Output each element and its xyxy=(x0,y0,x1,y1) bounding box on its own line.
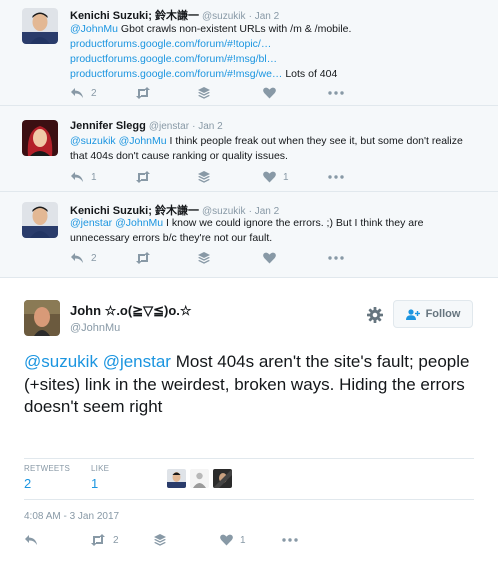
heart-icon xyxy=(263,171,276,183)
retweet-button[interactable] xyxy=(135,252,151,264)
liker-avatar[interactable] xyxy=(213,469,232,488)
mention-link[interactable]: @JohnMu xyxy=(115,217,163,229)
divider xyxy=(24,458,474,459)
layers-icon xyxy=(198,252,210,264)
reply-tweet[interactable]: Kenichi Suzuki; 鈴木謙一 @suzukik · Jan 2 @j… xyxy=(0,192,498,278)
retweet-icon xyxy=(136,87,150,99)
like-count: 1 xyxy=(283,171,289,183)
mention-link[interactable]: @JohnMu xyxy=(70,23,118,35)
more-icon xyxy=(328,175,344,179)
like-count: 1 xyxy=(240,534,246,546)
retweets-value[interactable]: 2 xyxy=(24,476,31,491)
retweet-button[interactable] xyxy=(135,87,151,99)
mention-link[interactable]: @suzukik xyxy=(24,352,98,371)
more-button[interactable] xyxy=(328,175,344,179)
like-button[interactable] xyxy=(263,87,283,99)
reply-button[interactable] xyxy=(24,534,38,546)
like-button[interactable] xyxy=(263,252,283,264)
heart-icon xyxy=(220,534,233,546)
more-icon xyxy=(328,256,344,260)
like-button[interactable]: 1 xyxy=(263,171,289,183)
buffer-button[interactable] xyxy=(154,534,166,546)
tweet-actions: 1 1 xyxy=(70,171,370,185)
url-link[interactable]: productforums.google.com/forum/#!topic/… xyxy=(70,38,271,50)
mention-link[interactable]: @jenstar xyxy=(70,217,112,229)
reply-icon xyxy=(71,172,83,182)
reply-icon xyxy=(71,253,83,263)
heart-icon xyxy=(263,87,276,99)
retweet-button[interactable]: 2 xyxy=(90,534,119,546)
settings-button[interactable] xyxy=(366,306,384,324)
reply-icon xyxy=(71,88,83,98)
layers-icon xyxy=(198,87,210,99)
tweet-text: @suzukik @JohnMu I think people freak ou… xyxy=(70,135,463,162)
retweet-icon xyxy=(91,534,105,546)
avatar[interactable] xyxy=(22,202,58,238)
avatar[interactable] xyxy=(22,120,58,156)
retweet-count: 2 xyxy=(113,534,119,546)
tweet-text: @JohnMu Gbot crawls non-existent URLs wi… xyxy=(70,23,352,80)
reply-icon xyxy=(25,535,37,545)
divider xyxy=(24,499,474,500)
buffer-button[interactable] xyxy=(198,252,210,264)
author-name[interactable]: John ☆.o(≧▽≦)o.☆ xyxy=(70,303,192,319)
liker-avatar[interactable] xyxy=(190,469,209,488)
reply-button[interactable]: 2 xyxy=(70,87,97,99)
reply-count: 1 xyxy=(91,171,97,183)
more-icon xyxy=(282,538,298,542)
retweet-button[interactable] xyxy=(135,171,151,183)
tweet-time[interactable]: · Jan 2 xyxy=(192,121,223,132)
author-name[interactable]: Jennifer Slegg xyxy=(70,120,146,132)
reply-count: 2 xyxy=(91,87,97,99)
reply-button[interactable]: 2 xyxy=(70,252,97,264)
buffer-button[interactable] xyxy=(198,87,210,99)
author-handle[interactable]: @jenstar xyxy=(149,121,189,132)
retweets-label: RETWEETS xyxy=(24,464,71,473)
mention-link[interactable]: @suzukik xyxy=(70,135,116,147)
tweet-time[interactable]: · Jan 2 xyxy=(249,11,280,22)
tweet-actions: 2 1 xyxy=(24,534,324,548)
tweet-text: @suzukik @jenstar Most 404s aren't the s… xyxy=(24,352,470,416)
heart-icon xyxy=(263,252,276,264)
reply-button[interactable]: 1 xyxy=(70,171,97,183)
more-button[interactable] xyxy=(328,256,344,260)
follow-button[interactable]: Follow xyxy=(393,300,473,328)
more-button[interactable] xyxy=(328,91,344,95)
reply-tweet[interactable]: Kenichi Suzuki; 鈴木謙一 @suzukik · Jan 2 @J… xyxy=(0,0,498,106)
tweet-timestamp[interactable]: 4:08 AM - 3 Jan 2017 xyxy=(24,511,119,522)
follow-label: Follow xyxy=(425,308,461,320)
more-button[interactable] xyxy=(282,538,298,542)
retweet-icon xyxy=(136,252,150,264)
gear-icon xyxy=(367,307,383,323)
tweet-text: @jenstar @JohnMu I know we could ignore … xyxy=(70,217,424,244)
avatar[interactable] xyxy=(22,8,58,44)
url-link[interactable]: productforums.google.com/forum/#!msg/we… xyxy=(70,68,282,80)
tweet-actions: 2 xyxy=(70,252,370,266)
likes-value[interactable]: 1 xyxy=(91,476,98,491)
author-handle[interactable]: @suzukik xyxy=(202,11,246,22)
layers-icon xyxy=(154,534,166,546)
author-handle[interactable]: @JohnMu xyxy=(70,322,120,334)
tweet-actions: 2 xyxy=(70,87,370,101)
likes-label: LIKE xyxy=(91,464,110,473)
reply-tweet[interactable]: Jennifer Slegg @jenstar · Jan 2 @suzukik… xyxy=(0,106,498,192)
liker-avatar[interactable] xyxy=(167,469,186,488)
reply-count: 2 xyxy=(91,252,97,264)
url-link[interactable]: productforums.google.com/forum/#!msg/bl… xyxy=(70,53,277,65)
like-button[interactable]: 1 xyxy=(220,534,246,546)
mention-link[interactable]: @JohnMu xyxy=(119,135,167,147)
more-icon xyxy=(328,91,344,95)
add-user-icon xyxy=(405,308,420,320)
author-name[interactable]: Kenichi Suzuki; 鈴木謙一 xyxy=(70,10,199,22)
retweet-icon xyxy=(136,171,150,183)
mention-link[interactable]: @jenstar xyxy=(103,352,171,371)
layers-icon xyxy=(198,171,210,183)
buffer-button[interactable] xyxy=(198,171,210,183)
avatar[interactable] xyxy=(24,300,60,336)
